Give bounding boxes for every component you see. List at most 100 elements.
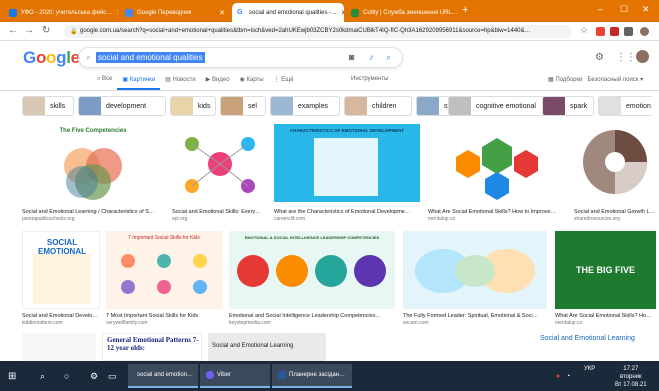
bookmark-star-icon[interactable]: ☆ bbox=[580, 25, 588, 36]
browser-tab[interactable]: Google Переводчик ✕ bbox=[120, 3, 230, 22]
file-explorer-icon[interactable]: ▭ bbox=[108, 364, 117, 388]
image-result[interactable]: 7 Important Social Skills for Kids 7 Mos… bbox=[106, 231, 222, 327]
chip[interactable]: spark bbox=[542, 96, 594, 116]
result-thumbnail[interactable]: SOCIAL EMOTIONAL bbox=[22, 231, 100, 309]
tools-button[interactable]: Инструменты bbox=[351, 76, 388, 82]
chip[interactable]: examples bbox=[270, 96, 340, 116]
chip[interactable]: skills bbox=[22, 96, 74, 116]
image-result[interactable] bbox=[22, 333, 96, 361]
language-indicator[interactable]: УКР bbox=[584, 365, 595, 373]
result-title[interactable]: What are the Characteristics of Emotiona… bbox=[274, 209, 420, 215]
search-submit-icon[interactable]: ⌕ bbox=[386, 52, 391, 63]
browser-tab[interactable]: УФО - 2020: учительська фейс… ✕ bbox=[4, 3, 118, 22]
result-title[interactable]: Social and Emotional Growth Less… bbox=[574, 209, 656, 215]
browser-tab[interactable]: Cuttly | Служба зменшення URL… ✕ bbox=[346, 3, 458, 22]
new-tab-button[interactable]: + bbox=[462, 4, 468, 16]
image-result[interactable]: Social and Emotional Skills: Every… epi.… bbox=[172, 124, 268, 222]
windows-taskbar: ⊞ ⌕ ○ ⚙ ▭ social and emotion… Viber План… bbox=[0, 361, 659, 391]
image-result[interactable]: SOCIAL EMOTIONAL Social and Emotional De… bbox=[22, 231, 100, 327]
windows-start-icon[interactable]: ⊞ bbox=[8, 364, 16, 388]
image-result[interactable]: Social and Emotional Growth Less… shared… bbox=[574, 124, 656, 222]
chip[interactable]: kids bbox=[170, 96, 216, 116]
safe-search-controls: ▦ Подборки Безопасный поиск ▾ bbox=[548, 76, 643, 83]
task-view-icon[interactable]: ○ bbox=[64, 364, 69, 388]
chip[interactable]: sel bbox=[220, 96, 266, 116]
image-result[interactable]: The Five Competencies Social and Emotion… bbox=[22, 124, 164, 222]
result-title[interactable]: What Are Social Emotional Skills? Ho… bbox=[555, 313, 656, 319]
collections-icon[interactable]: ▦ bbox=[548, 77, 554, 83]
search-input[interactable]: social and emotional qualities bbox=[96, 52, 205, 63]
maximize-icon[interactable]: ☐ bbox=[620, 4, 628, 15]
reload-icon[interactable]: ↻ bbox=[42, 25, 50, 36]
kids-illustration bbox=[121, 254, 207, 294]
image-result[interactable]: EMOTIONAL & SOCIAL INTELLIGENCE LEADERSH… bbox=[229, 231, 395, 327]
result-title[interactable]: Emotional and Social Intelligence Leader… bbox=[229, 313, 395, 319]
settings-gear-icon[interactable]: ⚙ bbox=[90, 364, 98, 388]
tab-video[interactable]: ▶ Видео bbox=[201, 74, 235, 90]
result-thumbnail[interactable] bbox=[172, 124, 268, 202]
taskbar-app-viber[interactable]: Viber bbox=[200, 364, 270, 388]
network-icon[interactable]: ◔ bbox=[566, 364, 570, 388]
image-result[interactable]: The Fully Formed Leader: Spiritual, Emot… bbox=[403, 231, 547, 327]
minimize-icon[interactable]: – bbox=[598, 4, 603, 14]
microphone-icon[interactable]: ♪ bbox=[369, 52, 374, 62]
result-thumbnail[interactable] bbox=[428, 124, 566, 202]
result-thumbnail[interactable]: The Five Competencies bbox=[22, 124, 164, 202]
chip[interactable]: emotion bbox=[598, 96, 652, 116]
browser-tab-active[interactable]: G social and emotional qualities -… ✕ bbox=[232, 3, 344, 22]
image-result[interactable] bbox=[404, 333, 530, 361]
taskbar-app-chrome[interactable]: social and emotion… bbox=[128, 364, 198, 388]
extension-icon[interactable] bbox=[624, 27, 633, 36]
result-thumbnail[interactable]: 7 Important Social Skills for Kids bbox=[106, 231, 222, 309]
tab-images[interactable]: ▣ Картинки bbox=[117, 74, 161, 90]
image-result[interactable]: What Are Social Emotional Skills? How to… bbox=[428, 124, 566, 222]
search-icon[interactable]: ⌕ bbox=[40, 364, 45, 388]
result-title[interactable]: 7 Most Important Social Skills for Kids bbox=[106, 313, 222, 319]
extension-icon[interactable] bbox=[596, 27, 605, 36]
image-result[interactable]: Social and Emotional Learning bbox=[536, 333, 656, 361]
image-result[interactable]: THE BIG FIVE What Are Social Emotional S… bbox=[555, 231, 656, 327]
image-result[interactable]: General Emotional Patterns 7-12 year old… bbox=[102, 333, 202, 361]
close-window-icon[interactable]: ✕ bbox=[642, 4, 650, 15]
collections-link[interactable]: Подборки bbox=[555, 77, 582, 83]
tab-maps[interactable]: ◉ Карты bbox=[235, 74, 269, 90]
safe-search-dropdown[interactable]: Безопасный поиск ▾ bbox=[587, 77, 643, 83]
chip[interactable]: children bbox=[344, 96, 412, 116]
forward-icon[interactable]: → bbox=[24, 25, 34, 36]
close-icon[interactable]: ✕ bbox=[112, 9, 118, 17]
back-icon[interactable]: ← bbox=[8, 25, 18, 36]
chip-thumbnail bbox=[599, 97, 621, 115]
result-thumbnail[interactable]: THE BIG FIVE bbox=[555, 231, 656, 309]
tab-all[interactable]: ⌕ Все bbox=[92, 74, 117, 90]
result-title[interactable]: Social and Emotional Learning / Characte… bbox=[22, 209, 164, 215]
result-thumbnail[interactable] bbox=[403, 231, 547, 309]
extension-icon[interactable] bbox=[610, 27, 619, 36]
search-box[interactable]: ⌕ social and emotional qualities ◙ ♪ ⌕ bbox=[78, 47, 403, 68]
close-icon[interactable]: ✕ bbox=[337, 9, 344, 17]
result-title[interactable]: The Fully Formed Leader: Spiritual, Emot… bbox=[403, 313, 547, 319]
close-icon[interactable]: ✕ bbox=[215, 9, 225, 17]
result-thumbnail[interactable]: EMOTIONAL & SOCIAL INTELLIGENCE LEADERSH… bbox=[229, 231, 395, 309]
apps-grid-icon[interactable]: ⋮⋮ bbox=[616, 52, 636, 63]
result-title[interactable]: Social and Emotional Develop… bbox=[22, 313, 100, 319]
result-title[interactable]: What Are Social Emotional Skills? How to… bbox=[428, 209, 566, 215]
avatar[interactable] bbox=[636, 50, 649, 63]
notification-icon[interactable]: ● bbox=[556, 364, 560, 388]
tab-news[interactable]: ▤ Новости bbox=[160, 74, 201, 90]
taskbar-app-word[interactable]: Планерне засідан… bbox=[272, 364, 352, 388]
chip-thumbnail bbox=[221, 97, 243, 115]
image-result[interactable]: CHARACTERISTICS OF EMOTIONAL DEVELOPMENT… bbox=[274, 124, 420, 222]
clock[interactable]: 17:27 вторник Вт 17.08.21 bbox=[615, 365, 647, 389]
chip-label: skills bbox=[50, 102, 66, 110]
tab-more[interactable]: ⋮ Ещё bbox=[269, 74, 299, 90]
profile-icon[interactable] bbox=[640, 27, 649, 36]
result-thumbnail[interactable] bbox=[574, 124, 656, 202]
google-logo[interactable]: Google bbox=[23, 48, 80, 68]
result-thumbnail[interactable]: CHARACTERISTICS OF EMOTIONAL DEVELOPMENT bbox=[274, 124, 420, 202]
result-title[interactable]: Social and Emotional Skills: Every… bbox=[172, 209, 268, 215]
camera-icon[interactable]: ◙ bbox=[349, 52, 354, 62]
image-result[interactable]: Social and Emotional Learning bbox=[208, 333, 326, 361]
chip[interactable]: development bbox=[78, 96, 166, 116]
url-field[interactable]: 🔒 google.com.ua/search?q=social+and+emot… bbox=[64, 25, 572, 38]
settings-gear-icon[interactable]: ⚙ bbox=[595, 52, 604, 63]
